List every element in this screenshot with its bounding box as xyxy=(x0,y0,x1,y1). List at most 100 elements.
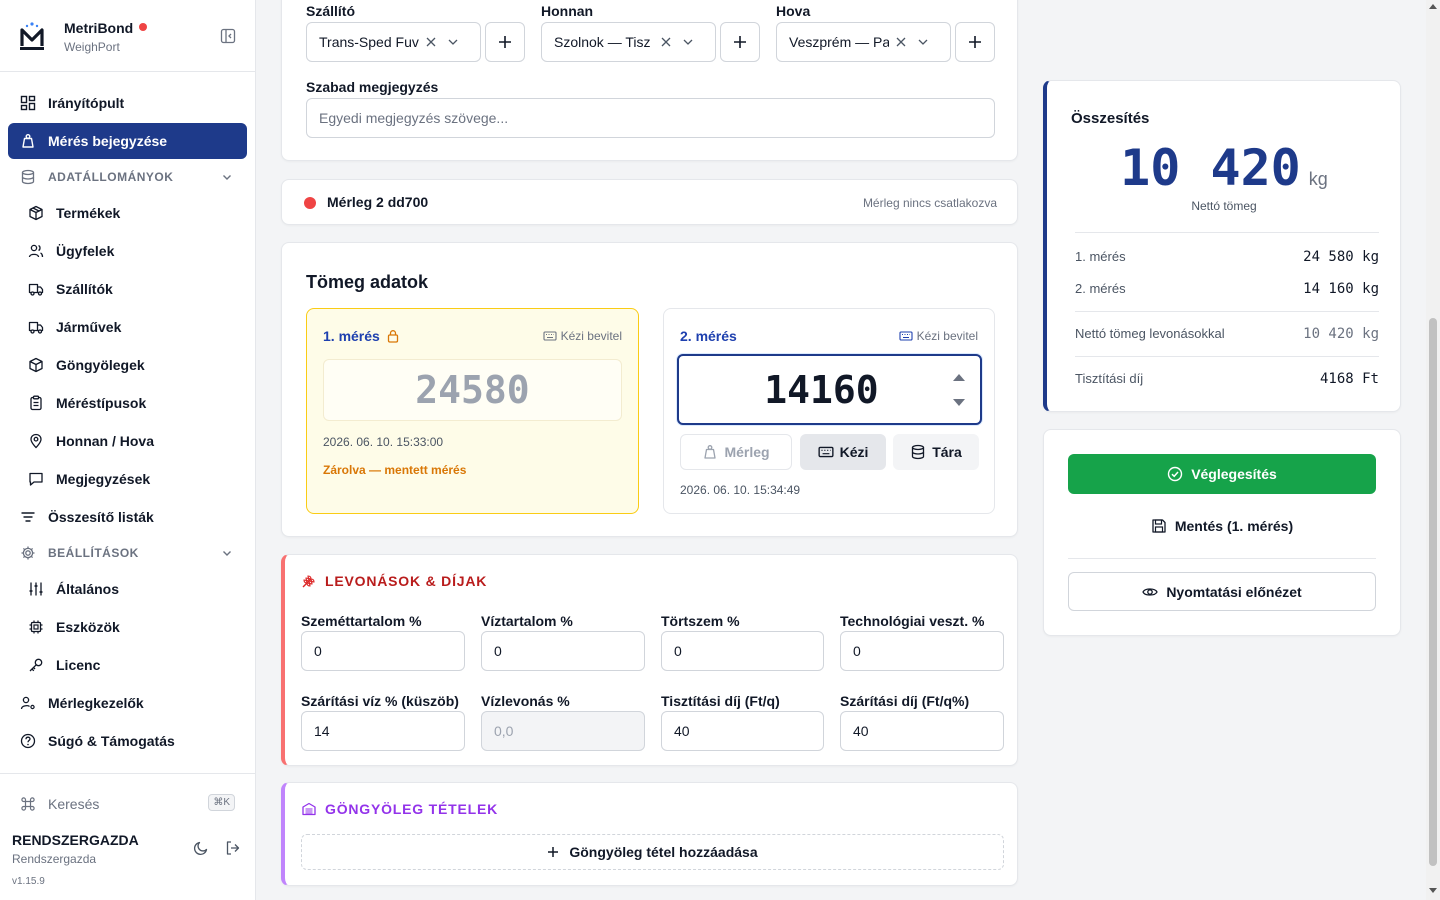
connection-status-dot xyxy=(139,23,148,31)
tare-button[interactable]: Tára xyxy=(893,434,979,470)
search-shortcut-badge: ⌘K xyxy=(208,794,235,811)
water-deduction-input: 0,0 xyxy=(481,711,645,751)
water-content-input[interactable]: 0 xyxy=(481,631,645,671)
container-icon xyxy=(302,802,316,816)
sidebar-item-general[interactable]: Általános xyxy=(16,571,247,607)
net-weight-display: 10 420 kg xyxy=(1047,139,1401,197)
second-weight-input[interactable]: 14160 xyxy=(677,354,982,425)
actions-card: Véglegesítés Mentés (1. mérés) Nyomtatás… xyxy=(1043,429,1401,636)
save-icon xyxy=(1152,519,1166,533)
package-icon xyxy=(29,205,43,221)
sidebar-item-products[interactable]: Termékek xyxy=(16,195,247,231)
supplier-select[interactable]: Trans-Sped Fuv xyxy=(306,22,481,62)
section-master-data[interactable]: ADATÁLLOMÁNYOK xyxy=(8,161,247,193)
scroll-up-icon[interactable] xyxy=(1429,4,1437,9)
sidebar-item-license[interactable]: Licenc xyxy=(16,647,247,683)
plus-icon xyxy=(499,36,511,48)
add-packaging-button[interactable]: Göngyöleg tétel hozzáadása xyxy=(301,834,1004,870)
weight-data-card: Tömeg adatok 1. mérés Kézi bevitel 24580… xyxy=(281,242,1018,537)
drying-fee-input[interactable]: 40 xyxy=(840,711,1004,751)
cleaning-fee-input[interactable]: 40 xyxy=(661,711,824,751)
summary-row-net: Nettó tömeg levonásokkal 10 420 kg xyxy=(1075,326,1379,342)
summary-row-value: 24 580 kg xyxy=(1303,249,1379,265)
section-settings[interactable]: BEÁLLÍTÁSOK xyxy=(8,537,247,569)
page-scrollbar[interactable] xyxy=(1426,0,1440,900)
finalize-button[interactable]: Véglegesítés xyxy=(1068,454,1376,494)
wheat-icon xyxy=(302,575,315,588)
to-select[interactable]: Veszprém — Pa xyxy=(776,22,951,62)
add-packaging-label: Göngyöleg tétel hozzáadása xyxy=(569,844,758,860)
broken-grain-input[interactable]: 0 xyxy=(661,631,824,671)
first-weight-value: 24580 xyxy=(323,359,622,421)
moon-icon[interactable] xyxy=(193,840,209,856)
database-icon xyxy=(21,169,35,185)
map-pin-icon xyxy=(30,433,42,449)
drying-water-label: Szárítási víz % (küszöb) xyxy=(301,693,459,709)
print-preview-button[interactable]: Nyomtatási előnézet xyxy=(1068,572,1376,611)
sidebar-item-notes[interactable]: Megjegyzések xyxy=(16,461,247,497)
water-deduction-label: Vízlevonás % xyxy=(481,693,570,709)
clear-icon[interactable] xyxy=(425,36,437,48)
scale-connection-status: Mérleg nincs csatlakozva xyxy=(862,196,997,210)
add-supplier-button[interactable] xyxy=(485,22,525,62)
add-from-button[interactable] xyxy=(720,22,760,62)
scrollbar-thumb[interactable] xyxy=(1429,318,1437,866)
print-preview-label: Nyomtatási előnézet xyxy=(1166,583,1302,600)
packaging-header: GÖNGYÖLEG TÉTELEK xyxy=(301,801,498,817)
sidebar-item-measurement-types[interactable]: Méréstípusok xyxy=(16,385,247,421)
sidebar-item-label: Göngyölegek xyxy=(56,357,145,373)
sidebar-item-vehicles[interactable]: Járművek xyxy=(16,309,247,345)
second-timestamp: 2026. 06. 10. 15:34:49 xyxy=(680,483,801,497)
summary-row-first: 1. mérés 24 580 kg xyxy=(1075,249,1379,265)
add-to-button[interactable] xyxy=(955,22,995,62)
note-input[interactable]: Egyedi megjegyzés szövege... xyxy=(306,98,995,138)
scale-icon xyxy=(704,445,717,459)
sidebar-item-customers[interactable]: Ügyfelek xyxy=(16,233,247,269)
sidebar-item-scale-operators[interactable]: Mérlegkezelők xyxy=(8,685,247,721)
sidebar-item-from-to[interactable]: Honnan / Hova xyxy=(16,423,247,459)
stepper-down-icon[interactable] xyxy=(952,398,966,408)
cpu-icon xyxy=(29,620,43,634)
app-name: MetriBond xyxy=(64,20,148,36)
sidebar-item-help[interactable]: Súgó & Támogatás xyxy=(8,723,247,759)
filter-list-icon xyxy=(21,512,35,522)
sidebar-item-devices[interactable]: Eszközök xyxy=(16,609,247,645)
user-role: Rendszergazda xyxy=(12,852,97,866)
sidebar-item-carriers[interactable]: Szállítók xyxy=(16,271,247,307)
sidebar-item-packaging[interactable]: Göngyölegek xyxy=(16,347,247,383)
from-select[interactable]: Szolnok — Tisz xyxy=(541,22,716,62)
second-measurement-box: 2. mérés Kézi bevitel 14160 Mérleg Kézi … xyxy=(663,308,995,514)
tech-loss-input[interactable]: 0 xyxy=(840,631,1004,671)
summary-row-second: 2. mérés 14 160 kg xyxy=(1075,281,1379,297)
manual-entry-label: Kézi xyxy=(839,444,869,460)
message-icon xyxy=(29,472,43,486)
sidebar-footer: Keresés ⌘K RENDSZERGAZDA Rendszergazda v… xyxy=(0,773,255,900)
sidebar-item-label: Termékek xyxy=(56,205,121,221)
clear-icon[interactable] xyxy=(660,36,672,48)
drying-water-input[interactable]: 14 xyxy=(301,711,465,751)
stepper-up-icon[interactable] xyxy=(952,372,966,382)
clear-icon[interactable] xyxy=(895,36,907,48)
lock-icon xyxy=(387,330,398,343)
trash-content-input[interactable]: 0 xyxy=(301,631,465,671)
sidebar-item-label: Általános xyxy=(56,581,120,597)
sidebar-item-new-measurement[interactable]: Mérés bejegyzése xyxy=(8,123,247,159)
trash-content-label: Szeméttartalom % xyxy=(301,613,422,629)
sidebar-item-label: Mérés bejegyzése xyxy=(48,133,168,149)
scale-status-card: Mérleg 2 dd700 Mérleg nincs csatlakozva xyxy=(281,179,1018,225)
sidebar-item-label: Szállítók xyxy=(56,281,113,297)
search-button[interactable]: Keresés ⌘K xyxy=(20,794,235,814)
manual-entry-button[interactable]: Kézi xyxy=(800,434,886,470)
deductions-title: LEVONÁSOK & DÍJAK xyxy=(325,573,488,589)
logout-icon[interactable] xyxy=(225,840,241,856)
net-weight-caption: Nettó tömeg xyxy=(1191,199,1257,213)
tare-label: Tára xyxy=(932,444,962,460)
to-value: Veszprém — Pa xyxy=(789,34,889,50)
sidebar-collapse-icon[interactable] xyxy=(220,28,236,44)
sidebar-item-dashboard[interactable]: Irányítópult xyxy=(8,85,247,121)
save-button[interactable]: Mentés (1. mérés) xyxy=(1068,506,1376,546)
scale-read-button[interactable]: Mérleg xyxy=(680,434,792,470)
scroll-down-icon[interactable] xyxy=(1429,888,1437,893)
chevron-down-icon xyxy=(918,39,928,45)
sidebar-item-summary-lists[interactable]: Összesítő listák xyxy=(8,499,247,535)
